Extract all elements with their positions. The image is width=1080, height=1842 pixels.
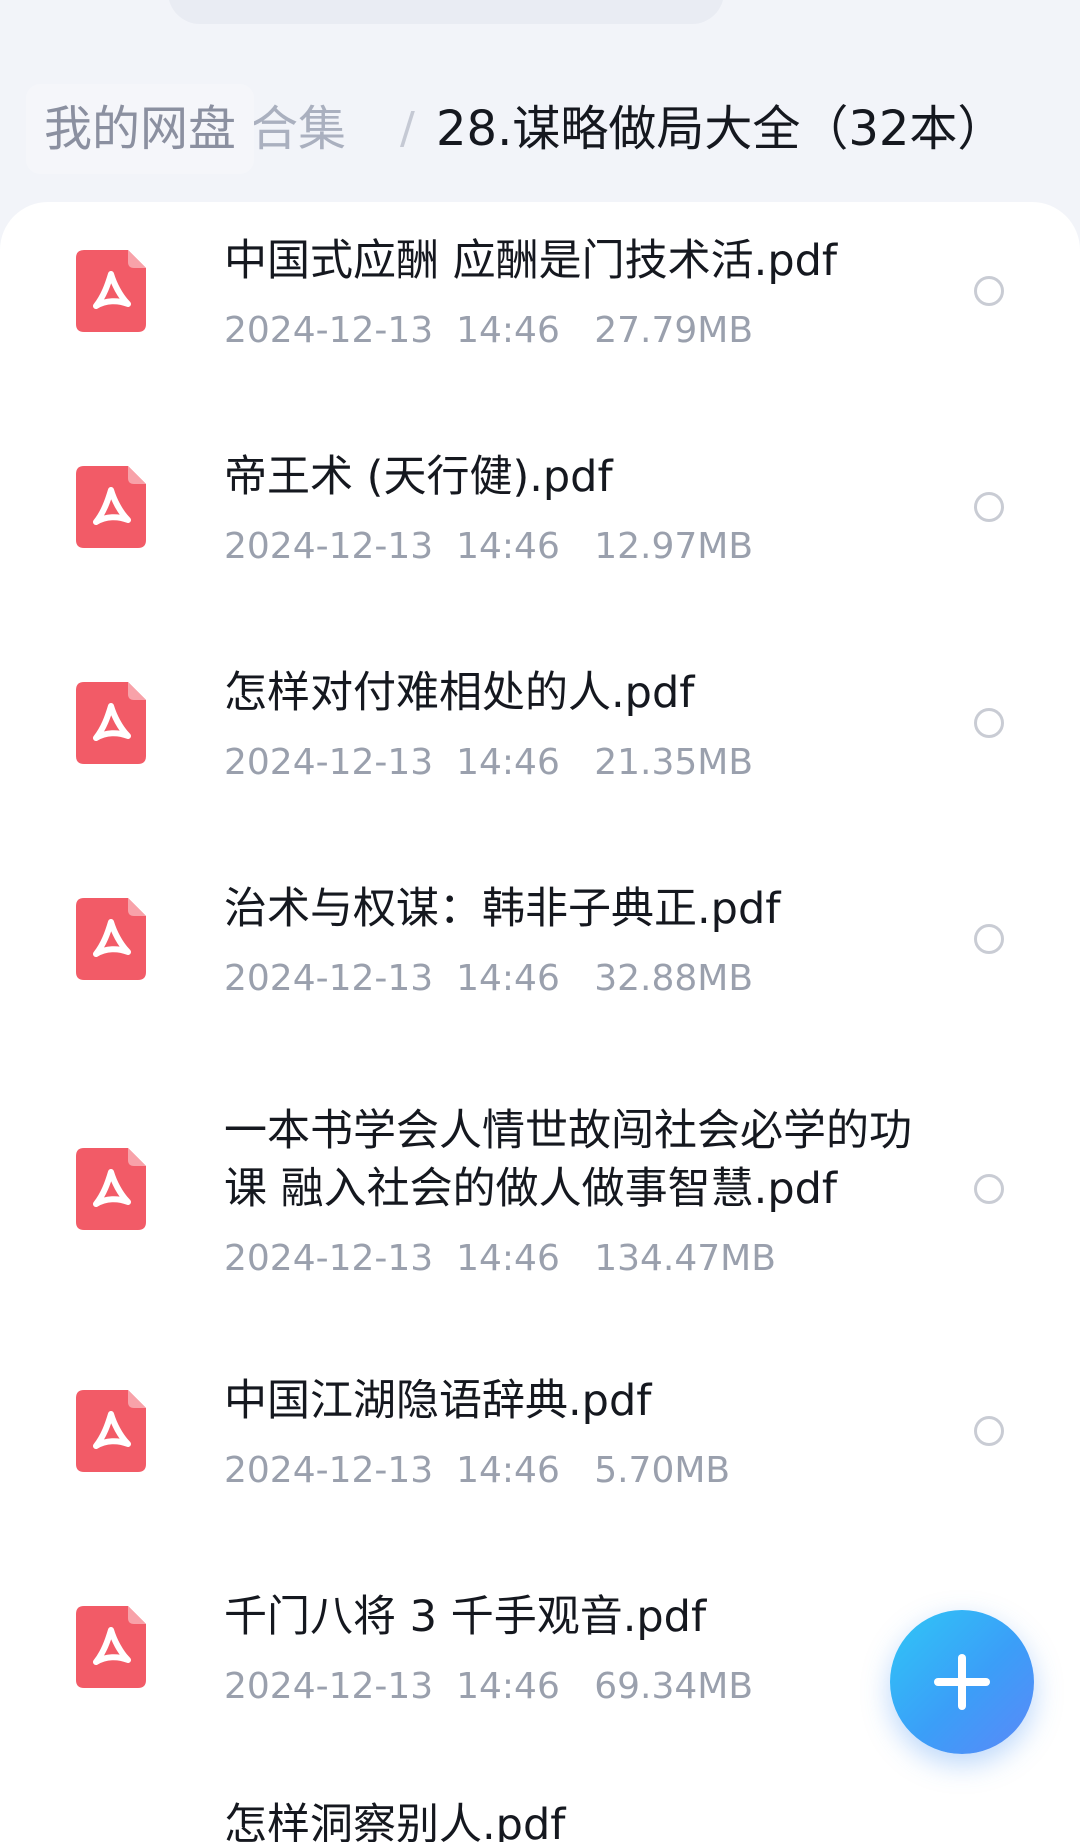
breadcrumb: 合集 我的网盘 / 28.谋略做局大全（32本） — [0, 84, 1080, 174]
file-date: 2024-12-13 — [224, 742, 434, 783]
file-meta: 2024-12-13 14:46 69.34MB — [224, 1664, 753, 1710]
file-row[interactable]: 治术与权谋：韩非子典正.pdf 2024-12-13 14:46 32.88MB — [0, 850, 1080, 1066]
file-meta: 2024-12-13 14:46 5.70MB — [224, 1448, 730, 1494]
select-radio[interactable] — [974, 924, 1004, 954]
file-date: 2024-12-13 — [224, 958, 434, 999]
file-size: 32.88MB — [594, 958, 754, 999]
file-time: 14:46 — [456, 1666, 560, 1707]
file-size: 21.35MB — [594, 742, 754, 783]
file-size: 134.47MB — [594, 1238, 776, 1279]
file-time: 14:46 — [456, 958, 560, 999]
file-date: 2024-12-13 — [224, 1666, 434, 1707]
file-row[interactable]: 怎样洞察别人.pdf — [0, 1774, 1080, 1842]
file-row[interactable]: 怎样对付难相处的人.pdf 2024-12-13 14:46 21.35MB — [0, 634, 1080, 850]
file-size: 5.70MB — [594, 1450, 731, 1491]
file-date: 2024-12-13 — [224, 526, 434, 567]
select-radio[interactable] — [974, 276, 1004, 306]
pdf-file-icon — [76, 466, 146, 548]
file-row[interactable]: 一本书学会人情世故闯社会必学的功课 融入社会的做人做事智慧.pdf 2024-1… — [0, 1066, 1080, 1342]
file-meta: 2024-12-13 14:46 21.35MB — [224, 740, 753, 786]
breadcrumb-root[interactable]: 我的网盘 — [26, 84, 255, 174]
file-date: 2024-12-13 — [224, 1450, 434, 1491]
file-row[interactable]: 中国江湖隐语辞典.pdf 2024-12-13 14:46 5.70MB — [0, 1342, 1080, 1558]
search-bar[interactable] — [168, 0, 724, 24]
breadcrumb-separator: / — [400, 103, 415, 154]
file-time: 14:46 — [456, 526, 560, 567]
file-name: 一本书学会人情世故闯社会必学的功课 融入社会的做人做事智慧.pdf — [224, 1106, 912, 1214]
select-radio[interactable] — [974, 1416, 1004, 1446]
file-time: 14:46 — [456, 1238, 560, 1279]
file-row[interactable]: 帝王术 (天行健).pdf 2024-12-13 14:46 12.97MB — [0, 418, 1080, 634]
pdf-file-icon — [76, 1148, 146, 1230]
breadcrumb-parent-folder[interactable]: 合集 — [250, 96, 346, 162]
pdf-file-icon — [76, 682, 146, 764]
file-name: 治术与权谋：韩非子典正.pdf — [224, 884, 781, 934]
file-time: 14:46 — [456, 310, 560, 351]
pdf-file-icon — [76, 1606, 146, 1688]
file-time: 14:46 — [456, 1450, 560, 1491]
pdf-file-icon — [76, 898, 146, 980]
file-name: 中国江湖隐语辞典.pdf — [224, 1376, 652, 1426]
pdf-file-icon — [76, 1390, 146, 1472]
file-meta: 2024-12-13 14:46 134.47MB — [224, 1236, 776, 1282]
file-date: 2024-12-13 — [224, 310, 434, 351]
add-button[interactable] — [890, 1610, 1034, 1754]
file-meta: 2024-12-13 14:46 12.97MB — [224, 524, 753, 570]
select-radio[interactable] — [974, 1174, 1004, 1204]
file-name: 千门八将 3 千手观音.pdf — [224, 1592, 707, 1642]
file-meta: 2024-12-13 14:46 27.79MB — [224, 308, 753, 354]
breadcrumb-current-folder: 28.谋略做局大全（32本） — [436, 101, 1006, 157]
file-row[interactable]: 中国式应酬 应酬是门技术活.pdf 2024-12-13 14:46 27.79… — [0, 202, 1080, 418]
file-list: 中国式应酬 应酬是门技术活.pdf 2024-12-13 14:46 27.79… — [0, 202, 1080, 1842]
file-time: 14:46 — [456, 742, 560, 783]
file-size: 69.34MB — [594, 1666, 754, 1707]
select-radio[interactable] — [974, 492, 1004, 522]
file-meta: 2024-12-13 14:46 32.88MB — [224, 956, 753, 1002]
select-radio[interactable] — [974, 708, 1004, 738]
pdf-file-icon — [76, 250, 146, 332]
file-date: 2024-12-13 — [224, 1238, 434, 1279]
file-name: 怎样洞察别人.pdf — [224, 1800, 566, 1842]
file-size: 12.97MB — [594, 526, 754, 567]
file-name: 怎样对付难相处的人.pdf — [224, 668, 695, 718]
file-name: 帝王术 (天行健).pdf — [224, 452, 613, 502]
file-size: 27.79MB — [594, 310, 754, 351]
file-name: 中国式应酬 应酬是门技术活.pdf — [224, 236, 838, 286]
